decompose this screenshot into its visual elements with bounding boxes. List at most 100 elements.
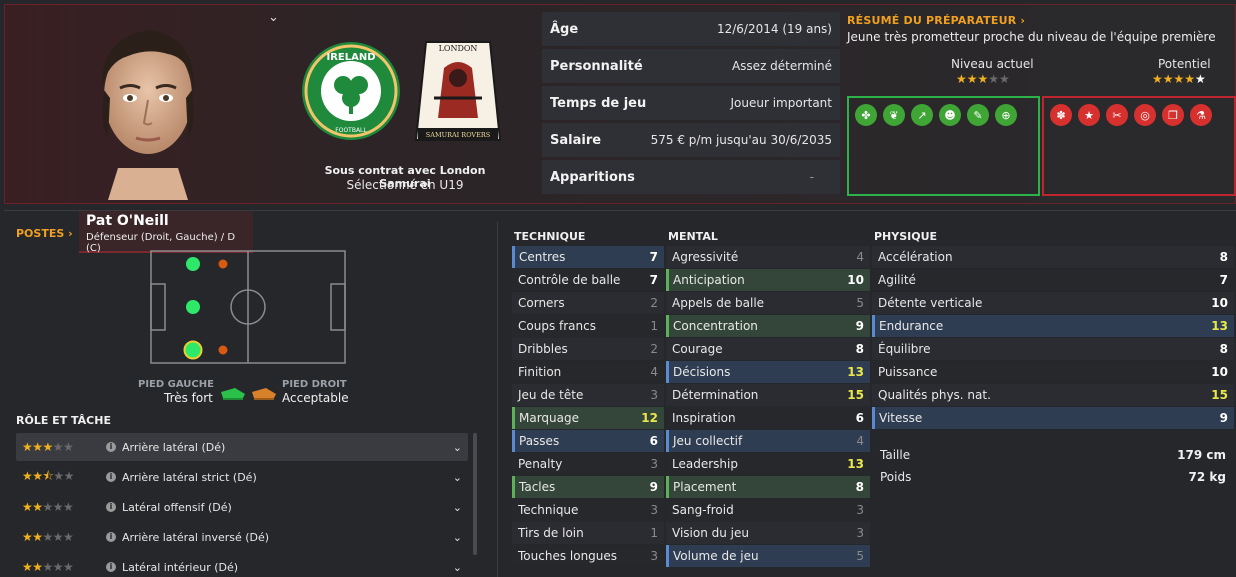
attribute-row[interactable]: Technique 3 xyxy=(512,499,664,521)
position-dot-wbr[interactable] xyxy=(218,259,228,269)
role-item[interactable]: ★★★★★ i Latéral intérieur (Dé) ⌄ xyxy=(16,553,468,577)
info-row-age: Âge 12/6/2014 (19 ans) xyxy=(542,12,840,46)
attribute-row[interactable]: Accélération 8 xyxy=(872,246,1234,268)
attribute-row[interactable]: Passes 6 xyxy=(512,430,664,452)
attribute-row[interactable]: Anticipation 10 xyxy=(666,269,870,291)
attribute-value: 4 xyxy=(856,250,864,264)
info-row-personality: Personnalité Assez déterminé xyxy=(542,49,840,83)
attribute-row[interactable]: Touches longues 3 xyxy=(512,545,664,567)
attribute-name: Centres xyxy=(519,250,566,264)
star-icon[interactable]: ★ xyxy=(1078,104,1100,126)
info-icon[interactable]: i xyxy=(106,472,116,482)
position-dot-wbl[interactable] xyxy=(218,345,228,355)
attribute-row[interactable]: Sang-froid 3 xyxy=(666,499,870,521)
weight-value: 72 kg xyxy=(1188,470,1226,484)
attribute-row[interactable]: Finition 4 xyxy=(512,361,664,383)
attribute-row[interactable]: Placement 8 xyxy=(666,476,870,498)
info-icon[interactable]: i xyxy=(106,502,116,512)
position-dot-dg[interactable] xyxy=(183,340,203,360)
attribute-row[interactable]: Endurance 13 xyxy=(872,315,1234,337)
attribute-row[interactable]: Jeu de tête 3 xyxy=(512,384,664,406)
attribute-row[interactable]: Centres 7 xyxy=(512,246,664,268)
left-foot-label: PIED GAUCHE xyxy=(138,379,214,390)
attribute-value: 7 xyxy=(649,250,658,264)
paw-icon[interactable]: ✽ xyxy=(1050,104,1072,126)
position-dot-dc[interactable] xyxy=(186,300,200,314)
globe-icon[interactable]: ⊕ xyxy=(995,104,1017,126)
attribute-row[interactable]: Détermination 15 xyxy=(666,384,870,406)
chevron-down-icon[interactable]: ⌄ xyxy=(453,531,462,544)
attribute-row[interactable]: Tirs de loin 1 xyxy=(512,522,664,544)
attribute-value: 8 xyxy=(1219,342,1228,356)
info-row-appearances: Apparitions - xyxy=(542,160,840,194)
london-logo-bottom-text: SAMURAI ROVERS xyxy=(426,131,490,139)
attribute-row[interactable]: Corners 2 xyxy=(512,292,664,314)
info-value: - xyxy=(809,170,814,184)
flask-icon[interactable]: ⚗ xyxy=(1190,104,1212,126)
info-icon[interactable]: i xyxy=(106,562,116,572)
attribute-row[interactable]: Penalty 3 xyxy=(512,453,664,475)
chevron-down-icon[interactable]: ⌄ xyxy=(453,471,462,484)
leaf-icon[interactable]: ❦ xyxy=(883,104,905,126)
attribute-row[interactable]: Agilité 7 xyxy=(872,269,1234,291)
info-row-salary: Salaire 575 € p/m jusqu'au 30/6/2035 xyxy=(542,123,840,157)
attribute-row[interactable]: Puissance 10 xyxy=(872,361,1234,383)
attribute-row[interactable]: Marquage 12 xyxy=(512,407,664,429)
info-icon[interactable]: i xyxy=(106,532,116,542)
attribute-name: Qualités phys. nat. xyxy=(878,388,991,402)
role-item[interactable]: ★★★★★ i Arrière latéral inversé (Dé) ⌄ xyxy=(16,523,468,551)
left-foot-value: Très fort xyxy=(164,391,213,405)
attribute-row[interactable]: Contrôle de balle 7 xyxy=(512,269,664,291)
attribute-row[interactable]: Jeu collectif 4 xyxy=(666,430,870,452)
attribute-row[interactable]: Dribbles 2 xyxy=(512,338,664,360)
attribute-row[interactable]: Qualités phys. nat. 15 xyxy=(872,384,1234,406)
attribute-value: 1 xyxy=(650,526,658,540)
attribute-value: 8 xyxy=(855,342,864,356)
chevron-down-icon[interactable]: ⌄ xyxy=(453,561,462,574)
collapse-chevron-icon[interactable]: ⌄ xyxy=(268,10,279,25)
attribute-row[interactable]: Concentration 9 xyxy=(666,315,870,337)
coach-report-link[interactable]: RÉSUMÉ DU PRÉPARATEUR › xyxy=(847,14,1025,27)
attribute-row[interactable]: Vision du jeu 3 xyxy=(666,522,870,544)
left-boot-icon xyxy=(221,388,245,400)
position-dot-dr[interactable] xyxy=(186,257,200,271)
attribute-row[interactable]: Agressivité 4 xyxy=(666,246,870,268)
attribute-row[interactable]: Appels de balle 5 xyxy=(666,292,870,314)
head-icon[interactable]: ☻ xyxy=(939,104,961,126)
trend-up-icon[interactable]: ↗ xyxy=(911,104,933,126)
dna-icon[interactable]: ✤ xyxy=(855,104,877,126)
attribute-row[interactable]: Équilibre 8 xyxy=(872,338,1234,360)
attribute-row[interactable]: Décisions 13 xyxy=(666,361,870,383)
attribute-value: 2 xyxy=(650,342,658,356)
info-icon[interactable]: i xyxy=(106,442,116,452)
london-logo-top-text: LONDON xyxy=(439,44,478,53)
attribute-row[interactable]: Tacles 9 xyxy=(512,476,664,498)
attribute-row[interactable]: Inspiration 6 xyxy=(666,407,870,429)
target-icon[interactable]: ◎ xyxy=(1134,104,1156,126)
attribute-row[interactable]: Leadership 13 xyxy=(666,453,870,475)
document-icon[interactable]: ❐ xyxy=(1162,104,1184,126)
info-value: Joueur important xyxy=(730,96,832,110)
role-item[interactable]: ★★★★★ i Arrière latéral (Dé) ⌄ xyxy=(16,433,468,461)
role-item[interactable]: ★★⯪★★ i Arrière latéral strict (Dé) ⌄ xyxy=(16,463,468,491)
attribute-value: 12 xyxy=(641,411,658,425)
mental-title: MENTAL xyxy=(668,230,718,243)
attribute-value: 9 xyxy=(855,319,864,333)
bandage-icon[interactable]: ✎ xyxy=(967,104,989,126)
player-face-image xyxy=(101,30,195,200)
chevron-down-icon[interactable]: ⌄ xyxy=(453,441,462,454)
positions-link[interactable]: POSTES › xyxy=(16,227,73,240)
attribute-value: 8 xyxy=(855,480,864,494)
attribute-row[interactable]: Coups francs 1 xyxy=(512,315,664,337)
attribute-name: Détente verticale xyxy=(878,296,983,310)
attribute-row[interactable]: Volume de jeu 5 xyxy=(666,545,870,567)
attribute-row[interactable]: Courage 8 xyxy=(666,338,870,360)
tools-icon[interactable]: ✂ xyxy=(1106,104,1128,126)
roles-scrollbar[interactable] xyxy=(473,433,477,555)
role-item[interactable]: ★★★★★ i Latéral offensif (Dé) ⌄ xyxy=(16,493,468,521)
chevron-down-icon[interactable]: ⌄ xyxy=(453,501,462,514)
attribute-row[interactable]: Vitesse 9 xyxy=(872,407,1234,429)
attribute-value: 7 xyxy=(649,273,658,287)
attribute-row[interactable]: Détente verticale 10 xyxy=(872,292,1234,314)
player-name: Pat O'Neill xyxy=(86,213,169,229)
